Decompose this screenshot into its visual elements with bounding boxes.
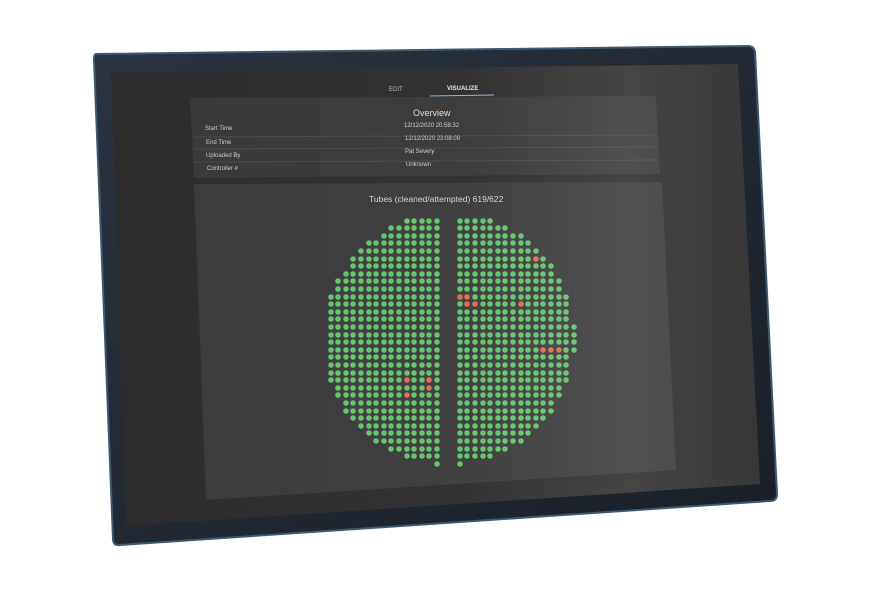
tablet-device: EDIT VISUALIZE Overview Start Time 12/12… [0, 0, 877, 584]
overview-title: Overview [413, 108, 451, 118]
overview-label-start-time: Start Time [205, 126, 233, 132]
overview-label-uploaded-by: Uploaded By [206, 153, 241, 159]
tab-visualize[interactable]: VISUALIZE [447, 86, 478, 92]
overview-label-controller: Controller # [207, 166, 239, 172]
overview-value-controller: Unknown [406, 162, 432, 168]
overview-label-end-time: End Time [206, 140, 232, 146]
overview-value-uploaded-by: Pat Severy [405, 149, 435, 155]
tab-edit[interactable]: EDIT [389, 87, 403, 93]
tubes-title: Tubes (cleaned/attempted) 619/622 [369, 194, 504, 204]
overview-value-end-time: 12/12/2020 23:08:09 [405, 136, 461, 142]
overview-value-start-time: 12/12/2020 20:58:32 [404, 123, 460, 129]
